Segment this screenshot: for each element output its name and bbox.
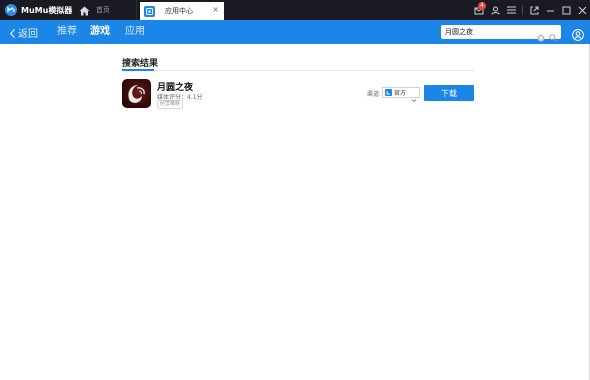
download-button[interactable]: 下载: [424, 85, 474, 101]
section-divider: [122, 69, 474, 71]
search-icon[interactable]: [549, 27, 557, 46]
nav-tab-apps[interactable]: 应用: [125, 20, 145, 44]
official-channel-icon: [385, 89, 392, 96]
user-icon[interactable]: [487, 0, 503, 20]
chevron-down-icon: [411, 89, 417, 108]
app-title: MuMu模拟器: [21, 5, 73, 15]
search-input[interactable]: [441, 26, 535, 38]
window-controls: 4: [471, 0, 590, 20]
channel-value: 官方: [394, 90, 407, 97]
app-logo: MuMu模拟器: [0, 0, 73, 20]
maximize-icon[interactable]: [558, 0, 574, 20]
back-button[interactable]: 返回: [10, 20, 38, 44]
channel-select[interactable]: 官方: [382, 87, 420, 103]
section-accent-underline: [122, 69, 154, 71]
nav-bar: 返回 推荐 游戏 应用: [0, 20, 590, 44]
nav-tab-recommend[interactable]: 推荐: [57, 20, 77, 44]
close-window-icon[interactable]: [574, 0, 590, 20]
title-bar: MuMu模拟器 首页 应用中心 × 4: [0, 0, 590, 20]
tab-home-label: 首页: [96, 6, 110, 14]
notification-badge: 4: [478, 2, 486, 10]
close-tab-icon[interactable]: ×: [212, 5, 219, 14]
channel-label: 渠道:: [367, 91, 382, 98]
account-icon[interactable]: [572, 26, 584, 45]
search-box: [441, 25, 561, 42]
nav-tab-games[interactable]: 游戏: [90, 20, 110, 44]
mumu-logo-icon: [5, 4, 17, 16]
game-category-tag: 经营策略: [157, 100, 184, 109]
menu-icon[interactable]: [503, 0, 519, 20]
notification-icon[interactable]: 4: [471, 0, 487, 20]
tab-app-center[interactable]: 应用中心 ×: [140, 2, 224, 20]
game-app-icon[interactable]: [122, 79, 151, 108]
external-window-icon[interactable]: [526, 0, 542, 20]
back-label: 返回: [18, 28, 38, 40]
minimize-icon[interactable]: [542, 0, 558, 20]
app-center-icon: [144, 5, 155, 17]
toolbar-divider: [522, 5, 523, 15]
tab-home[interactable]: 首页: [73, 0, 137, 20]
tab-app-center-label: 应用中心: [165, 7, 193, 15]
home-icon: [79, 1, 90, 20]
chevron-left-icon: [10, 23, 15, 42]
clear-search-icon[interactable]: [537, 27, 545, 46]
search-results-title: 搜索结果: [122, 59, 159, 69]
